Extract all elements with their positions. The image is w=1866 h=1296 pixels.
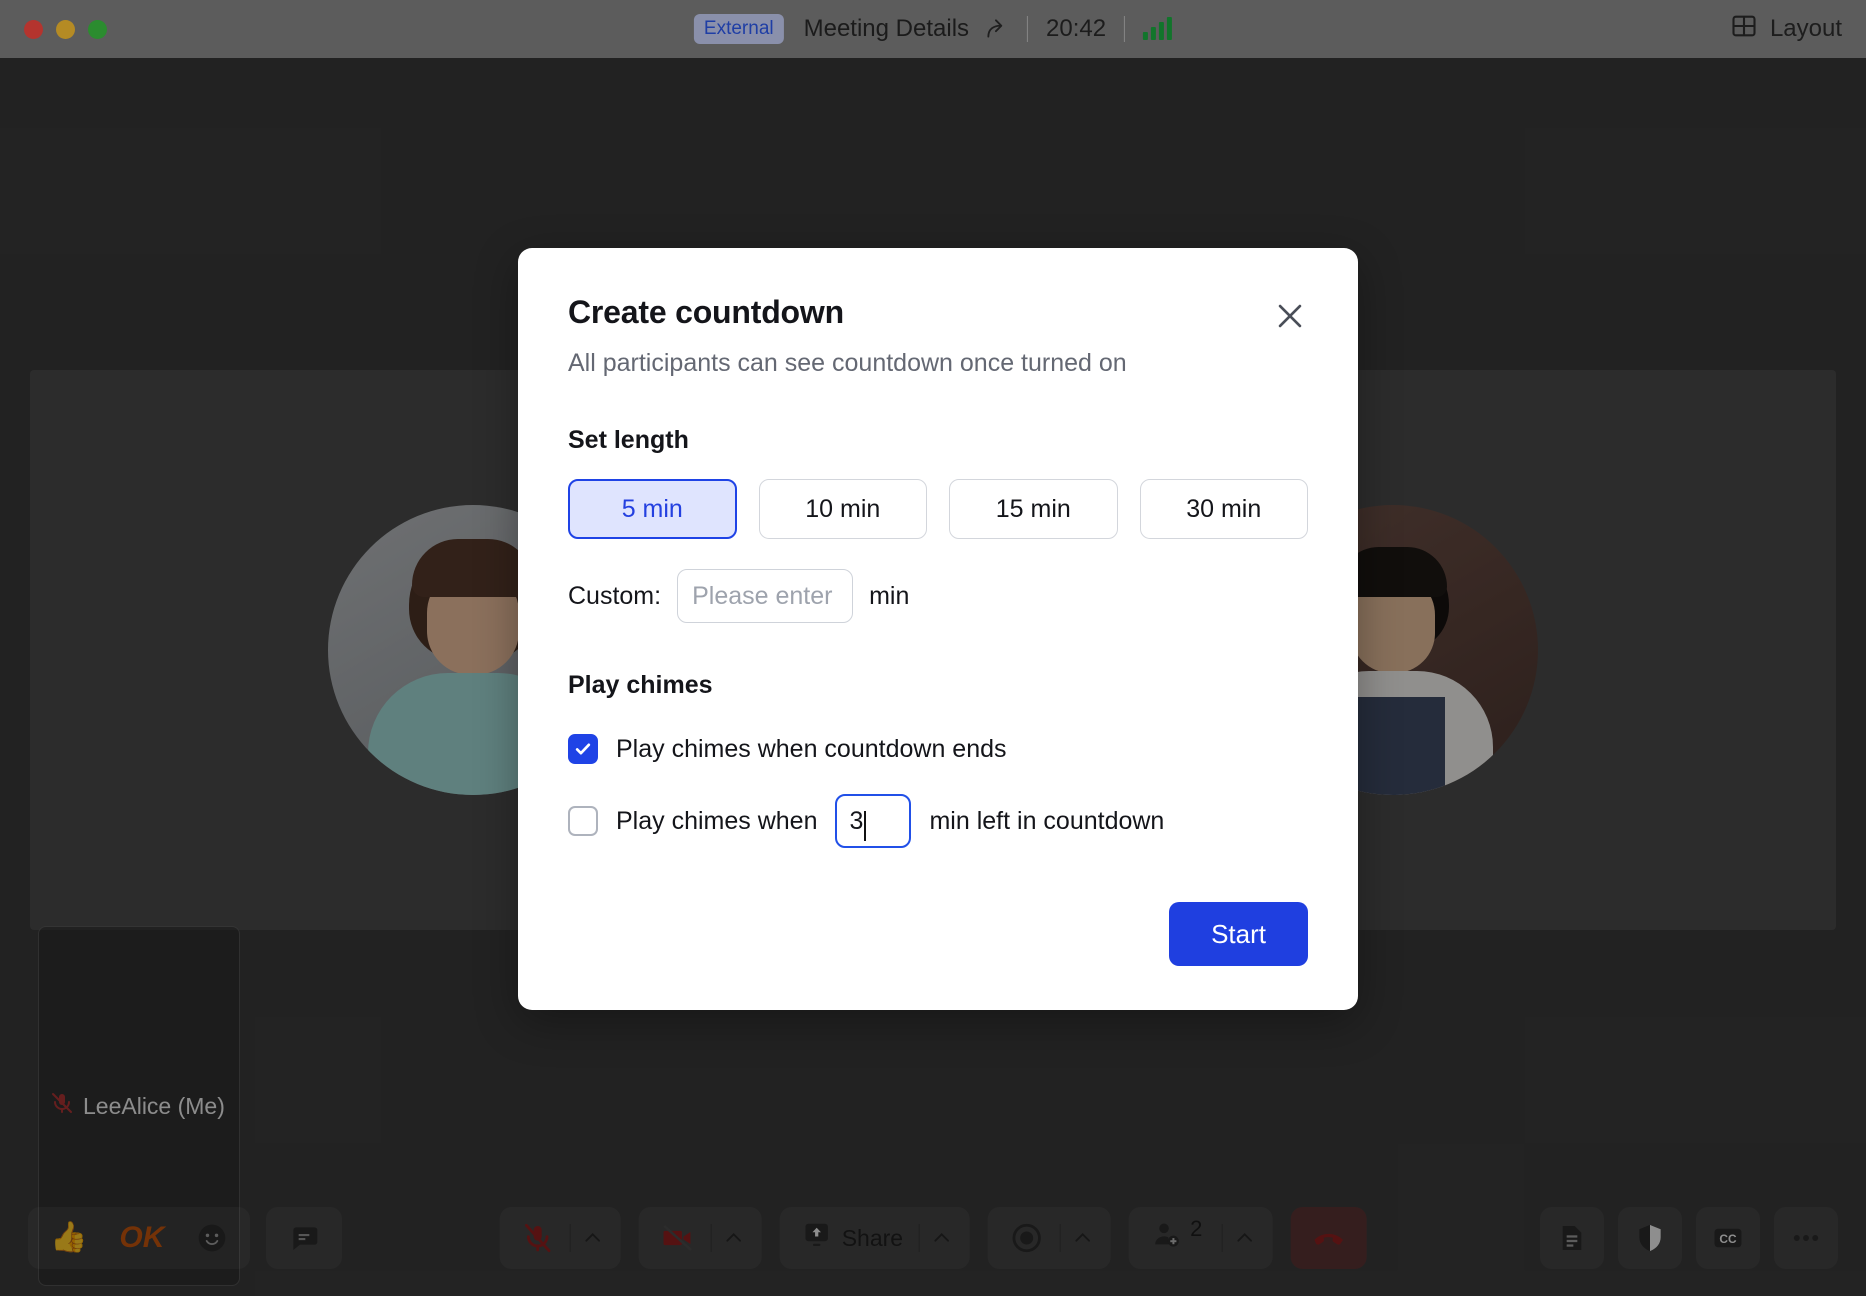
dialog-footer: Start [568, 902, 1308, 966]
dialog-title: Create countdown [568, 294, 1308, 331]
title-bar: External Meeting Details 20:42 [0, 0, 1866, 58]
custom-length-input[interactable] [677, 569, 853, 623]
custom-length-row: Custom: min [568, 569, 1308, 623]
set-length-heading: Set length [568, 426, 1308, 455]
chime-on-end-row[interactable]: Play chimes when countdown ends [568, 734, 1308, 764]
chime-minutes-value: 3 [849, 807, 863, 836]
title-divider-1 [1027, 16, 1028, 42]
custom-unit-label: min [869, 582, 909, 611]
length-option-15min[interactable]: 15 min [949, 479, 1117, 539]
play-chimes-heading: Play chimes [568, 671, 1308, 700]
share-arrow-icon[interactable] [983, 16, 1009, 42]
text-cursor [864, 811, 866, 841]
meeting-title[interactable]: Meeting Details [804, 15, 969, 43]
external-badge: External [694, 14, 784, 44]
length-option-30min[interactable]: 30 min [1140, 479, 1308, 539]
chime-on-end-checkbox[interactable] [568, 734, 598, 764]
length-options-row: 5 min 10 min 15 min 30 min [568, 479, 1308, 539]
title-center-group: External Meeting Details 20:42 [694, 0, 1172, 58]
start-button[interactable]: Start [1169, 902, 1308, 966]
dialog-subtitle: All participants can see countdown once … [568, 349, 1308, 378]
chime-on-end-label: Play chimes when countdown ends [616, 735, 1007, 764]
layout-button[interactable]: Layout [1730, 12, 1842, 47]
layout-grid-icon [1730, 12, 1758, 47]
length-option-10min[interactable]: 10 min [759, 479, 927, 539]
window-traffic-lights[interactable] [24, 20, 107, 39]
chime-before-end-label-suffix: min left in countdown [929, 807, 1164, 836]
custom-label: Custom: [568, 582, 661, 611]
maximize-window-button[interactable] [88, 20, 107, 39]
meeting-clock: 20:42 [1046, 15, 1106, 43]
chime-before-end-checkbox[interactable] [568, 806, 598, 836]
chime-minutes-input[interactable]: 3 [835, 794, 911, 848]
network-signal-icon[interactable] [1143, 18, 1172, 40]
minimize-window-button[interactable] [56, 20, 75, 39]
chime-before-end-label-prefix: Play chimes when [616, 807, 817, 836]
app-window: External Meeting Details 20:42 [0, 0, 1866, 1296]
title-divider-2 [1124, 16, 1125, 42]
length-option-5min[interactable]: 5 min [568, 479, 737, 539]
layout-label: Layout [1770, 15, 1842, 43]
close-icon[interactable] [1268, 294, 1312, 338]
create-countdown-dialog: Create countdown All participants can se… [518, 248, 1358, 1010]
chime-before-end-row[interactable]: Play chimes when 3 min left in countdown [568, 794, 1308, 848]
close-window-button[interactable] [24, 20, 43, 39]
